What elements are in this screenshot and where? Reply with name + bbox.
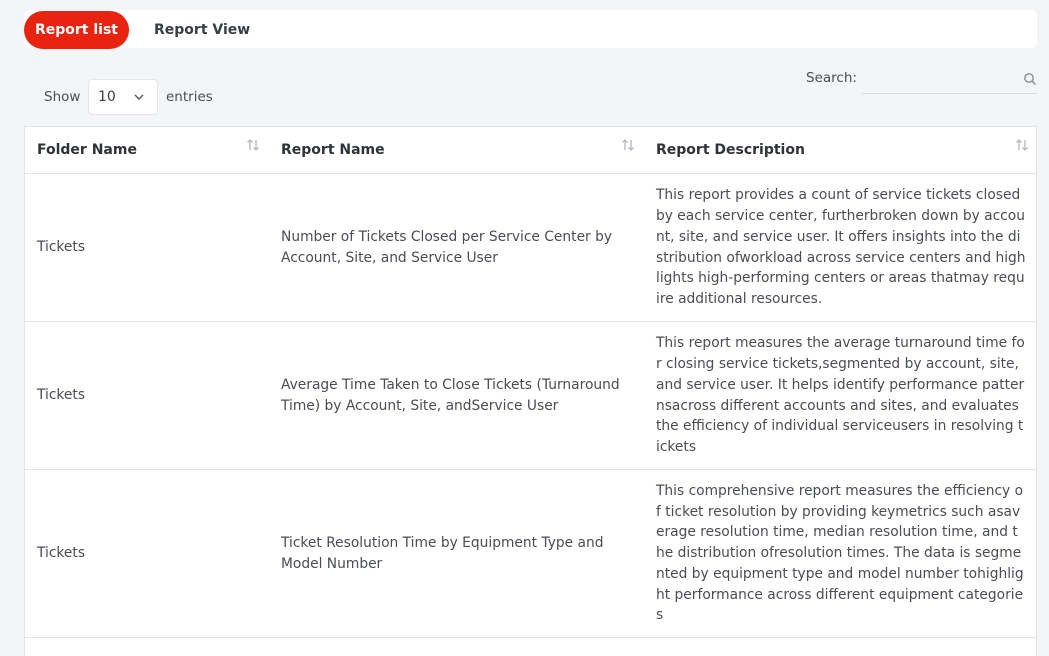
column-header-report-description[interactable]: Report Description [644, 127, 1036, 174]
cell-report-description: This report provides a count of service … [644, 173, 1036, 322]
column-header-report-name[interactable]: Report Name [269, 127, 644, 174]
sort-icon[interactable] [620, 136, 636, 154]
cell-folder-name: Tickets [25, 321, 269, 470]
tab-bar: Report list Report View [24, 10, 1037, 49]
cell-report-name: Number of Tickets Closed per Service Cen… [269, 173, 644, 322]
sort-icon[interactable] [1014, 136, 1030, 154]
tab-report-list[interactable]: Report list [24, 11, 129, 49]
search-icon[interactable] [1023, 72, 1037, 86]
chevron-down-icon [134, 94, 144, 100]
entries-select-value: 10 [98, 89, 116, 105]
table-row[interactable]: Tickets Ticket Resolution Time by Equipm… [25, 469, 1036, 638]
report-table: Folder Name Report Name Report Descripti… [24, 126, 1037, 656]
column-header-label: Report Description [656, 142, 805, 158]
cell-folder-name: Tickets [25, 173, 269, 322]
cell-report-description: This comprehensive report measures the e… [644, 469, 1036, 638]
cell-report-name: Ticket Resolution Time by Equipment Type… [269, 469, 644, 638]
search-input[interactable] [862, 66, 1037, 94]
cell-report-name: Average Time Taken to Close Tickets (Tur… [269, 321, 644, 470]
table-row[interactable]: Tickets Number of Tickets Closed per Ser… [25, 173, 1036, 322]
table-row[interactable]: Tickets Average Time Taken to Close Tick… [25, 321, 1036, 470]
table-header-row: Folder Name Report Name Report Descripti… [25, 127, 1036, 174]
cell-folder-name: Tickets [25, 469, 269, 638]
search-label: Search: [806, 70, 857, 86]
entries-select[interactable]: 10 [88, 79, 158, 115]
column-header-label: Folder Name [37, 142, 137, 158]
entries-label: entries [166, 89, 213, 105]
sort-icon[interactable] [245, 136, 261, 154]
column-header-label: Report Name [281, 142, 385, 158]
cell-report-description: This report measures the average turnaro… [644, 321, 1036, 470]
column-header-folder-name[interactable]: Folder Name [25, 127, 269, 174]
tab-report-view[interactable]: Report View [154, 11, 250, 49]
show-label: Show [44, 89, 81, 105]
